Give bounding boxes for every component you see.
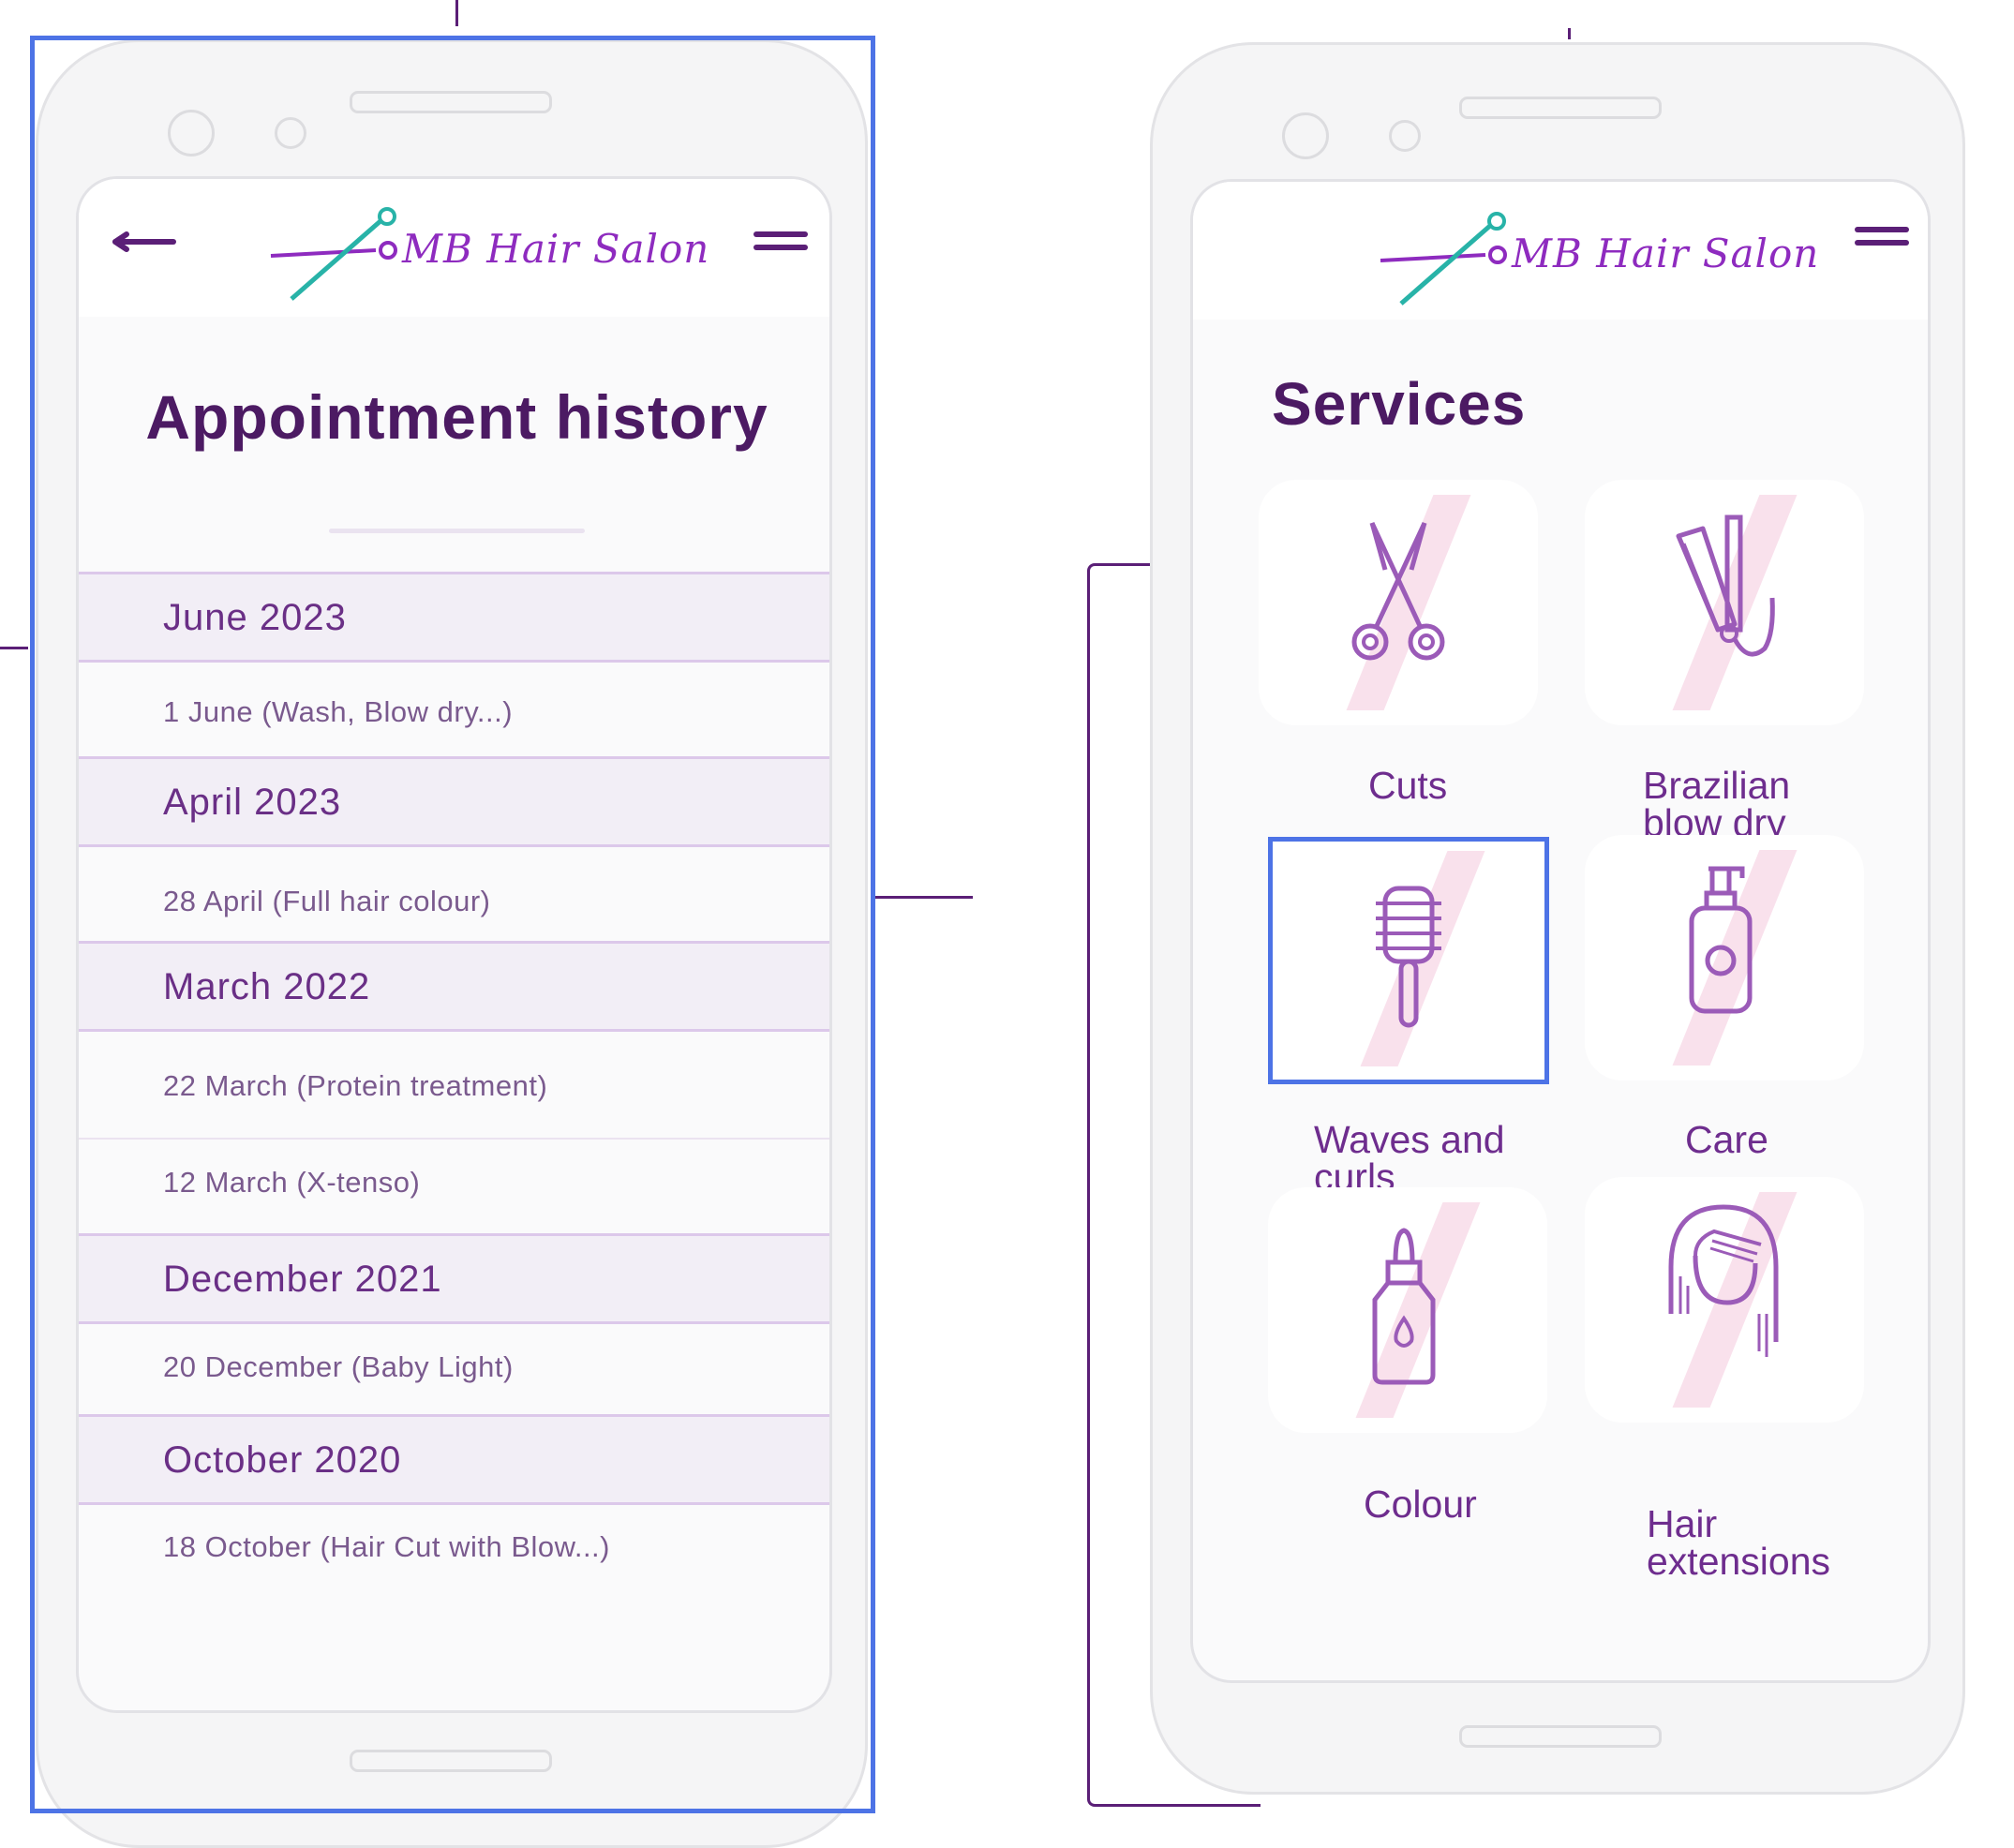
connector-line-left-edge [0,647,28,649]
service-tile-brazilian-blow-dry[interactable] [1585,480,1864,725]
service-tile-hair-extensions[interactable] [1585,1177,1864,1423]
service-label: extensions [1647,1540,1831,1583]
appointment-entry[interactable]: 1 June (Wash, Blow dry...) [163,695,513,729]
services-screen: MB Hair Salon Services Cuts Brazilian bl… [1190,179,1931,1683]
service-tile-cuts[interactable] [1259,480,1538,725]
proximity-sensor [1389,120,1421,152]
appointment-history-screen: MB Hair Salon Appointment history June 2… [76,176,832,1713]
appointment-entry[interactable]: 28 April (Full hair colour) [163,885,490,918]
connector-arrow-top-right [1568,28,1571,39]
bottom-speaker [350,1750,552,1772]
scissors-icon [1351,521,1445,661]
appointment-entry[interactable]: 20 December (Baby Light) [163,1350,514,1384]
logo-text: MB Hair Salon [402,226,710,272]
service-label: Brazilian [1643,764,1791,807]
phone-frame-services: MB Hair Salon Services Cuts Brazilian bl… [1150,42,1965,1795]
month-header[interactable]: March 2022 [79,941,829,1032]
proximity-sensor [275,117,306,149]
scissors-logo-icon [1380,212,1507,306]
salon-logo[interactable]: MB Hair Salon [1380,212,1818,306]
service-label: Hair [1647,1502,1718,1545]
service-label: Cuts [1368,764,1448,807]
connector-line-middle [873,896,973,899]
appointment-entry[interactable]: 22 March (Protein treatment) [163,1069,547,1103]
salon-logo[interactable]: MB Hair Salon [270,207,709,301]
month-header[interactable]: June 2023 [79,572,829,663]
pump-bottle-icon [1689,866,1753,1014]
round-brush-icon [1376,886,1441,1028]
entry-divider [79,1138,829,1140]
hamburger-menu-icon[interactable] [1853,223,1911,251]
logo-text: MB Hair Salon [1512,231,1820,276]
earpiece-speaker [350,91,552,113]
scissors-logo-icon [270,207,397,301]
service-label: Waves and [1314,1118,1505,1161]
page-title: Appointment history [145,382,768,452]
title-underline [329,529,585,533]
month-header[interactable]: April 2023 [79,756,829,847]
phone-frame-appointment-history: MB Hair Salon Appointment history June 2… [36,39,868,1848]
month-header[interactable]: October 2020 [79,1414,829,1505]
app-bar: MB Hair Salon [1193,182,1928,320]
month-header[interactable]: December 2021 [79,1233,829,1324]
service-tile-care[interactable] [1585,835,1864,1080]
long-hair-icon [1668,1204,1779,1357]
appointment-entry[interactable]: 18 October (Hair Cut with Blow...) [163,1530,610,1564]
page-title: Services [1272,370,1527,438]
service-tile-colour[interactable] [1268,1187,1547,1433]
service-tile-waves-and-curls[interactable] [1268,837,1549,1084]
hair-straightener-icon [1676,514,1775,657]
back-arrow-icon[interactable] [112,228,177,256]
bottom-speaker [1459,1725,1662,1748]
hamburger-menu-icon[interactable] [752,228,810,256]
app-bar: MB Hair Salon [79,179,829,317]
connector-arrow-top-left [455,0,458,26]
earpiece-speaker [1459,97,1662,119]
appointment-entry[interactable]: 12 March (X-tenso) [163,1166,420,1200]
service-label: Colour [1364,1483,1477,1526]
dropper-bottle-icon [1372,1228,1436,1385]
front-camera [168,110,215,156]
service-label: Care [1685,1118,1768,1161]
front-camera [1282,112,1329,159]
